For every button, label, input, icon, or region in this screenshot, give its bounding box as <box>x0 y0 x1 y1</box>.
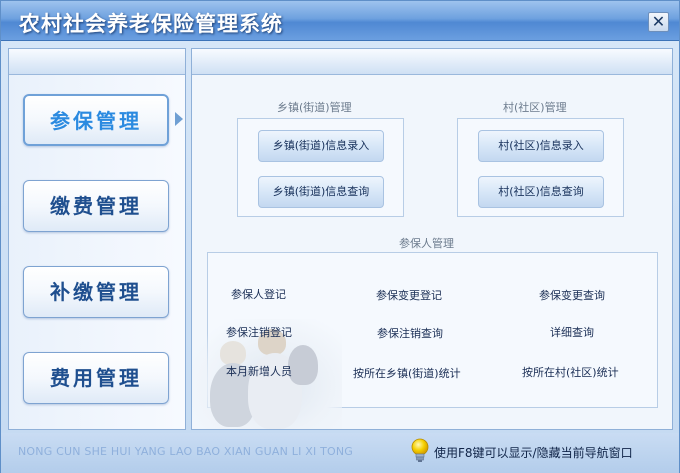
f8-hint-text: 使用F8键可以显示/隐藏当前导航窗口 <box>434 446 633 460</box>
stats-by-township-link[interactable]: 按所在乡镇(街道)统计 <box>353 365 461 381</box>
township-info-query-button[interactable]: 乡镇(街道)信息查询 <box>258 176 384 208</box>
navigation-header <box>9 49 185 75</box>
active-nav-arrow-icon <box>175 112 183 126</box>
pinyin-watermark: NONG CUN SHE HUI YANG LAO BAO XIAN GUAN … <box>18 445 354 458</box>
village-info-query-button[interactable]: 村(社区)信息查询 <box>478 176 604 208</box>
insured-change-registration-link[interactable]: 参保变更登记 <box>376 287 442 303</box>
insured-cancellation-registration-link[interactable]: 参保注销登记 <box>226 324 292 340</box>
insured-cancellation-query-link[interactable]: 参保注销查询 <box>377 325 443 341</box>
main-content-panel: 乡镇(街道)管理 乡镇(街道)信息录入 乡镇(街道)信息查询 村(社区)管理 村… <box>191 48 673 430</box>
window-title: 农村社会养老保险管理系统 <box>19 12 283 36</box>
nav-expense-management-button[interactable]: 费用管理 <box>23 352 169 404</box>
main-header <box>192 49 672 75</box>
lightbulb-icon <box>411 438 429 462</box>
village-management-title: 村(社区)管理 <box>501 99 569 115</box>
insured-person-management-title: 参保人管理 <box>397 235 456 251</box>
nav-insurance-management-button[interactable]: 参保管理 <box>23 94 169 146</box>
close-button[interactable]: ✕ <box>648 12 669 32</box>
village-info-entry-button[interactable]: 村(社区)信息录入 <box>478 130 604 162</box>
navigation-panel: 参保管理 缴费管理 补缴管理 费用管理 <box>8 48 186 430</box>
status-footer: NONG CUN SHE HUI YANG LAO BAO XIAN GUAN … <box>1 433 679 473</box>
title-bar: 农村社会养老保险管理系统 ✕ <box>1 1 679 41</box>
detailed-query-link[interactable]: 详细查询 <box>550 324 594 340</box>
nav-supplementary-payment-button[interactable]: 补缴管理 <box>23 266 169 318</box>
insured-change-query-link[interactable]: 参保变更查询 <box>539 287 605 303</box>
township-info-entry-button[interactable]: 乡镇(街道)信息录入 <box>258 130 384 162</box>
nav-payment-management-button[interactable]: 缴费管理 <box>23 180 169 232</box>
new-this-month-link[interactable]: 本月新增人员 <box>226 363 292 379</box>
app-window: 农村社会养老保险管理系统 ✕ 参保管理 缴费管理 补缴管理 费用管理 乡镇(街道… <box>0 0 680 473</box>
township-management-title: 乡镇(街道)管理 <box>275 99 354 115</box>
stats-by-village-link[interactable]: 按所在村(社区)统计 <box>522 364 619 380</box>
insured-registration-link[interactable]: 参保人登记 <box>231 286 286 302</box>
